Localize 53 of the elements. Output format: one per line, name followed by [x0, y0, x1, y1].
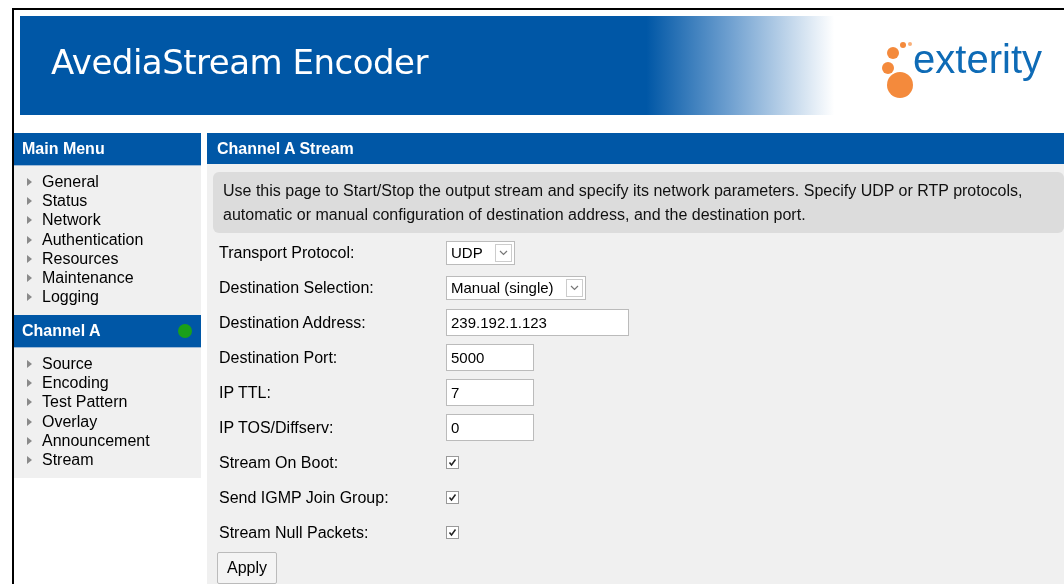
apply-button[interactable]: Apply: [217, 552, 278, 584]
app-title: AvediaStream Encoder: [51, 41, 428, 82]
triangle-icon: [27, 196, 32, 205]
field-label: Destination Selection:: [219, 278, 375, 297]
checkbox[interactable]: [446, 456, 459, 469]
dropdown[interactable]: Manual (single): [446, 275, 586, 300]
input-field[interactable]: 0: [446, 414, 534, 441]
menu-link[interactable]: Status: [42, 191, 88, 210]
triangle-icon: [27, 456, 32, 465]
input-field[interactable]: 239.192.1.123: [446, 309, 629, 336]
menu-link[interactable]: Authentication: [42, 230, 144, 249]
menu-link[interactable]: Logging: [42, 288, 99, 307]
menu-link[interactable]: Test Pattern: [42, 393, 128, 412]
menu-link[interactable]: Resources: [42, 249, 119, 268]
menu-title: Channel A: [22, 322, 101, 341]
input-field[interactable]: 5000: [446, 344, 534, 371]
triangle-icon: [27, 417, 32, 426]
triangle-icon: [27, 177, 32, 186]
logo-text: exterity: [913, 36, 1042, 82]
input-field[interactable]: 7: [446, 379, 534, 406]
menu-link[interactable]: Overlay: [42, 412, 98, 431]
triangle-icon: [27, 398, 32, 407]
menu-title: Main Menu: [22, 140, 105, 158]
triangle-icon: [27, 235, 32, 244]
triangle-icon: [27, 379, 32, 387]
field-label: Stream Null Packets:: [219, 523, 370, 542]
triangle-icon: [27, 293, 32, 302]
triangle-icon: [27, 216, 32, 225]
caret-icon: [494, 243, 512, 262]
checkbox[interactable]: [446, 526, 459, 539]
field-label: Stream On Boot:: [219, 453, 340, 472]
field-label: Transport Protocol:: [219, 243, 356, 262]
caret-icon: [565, 278, 583, 297]
field-label: IP TOS/Diffserv:: [219, 418, 335, 437]
menu-link[interactable]: Encoding: [42, 374, 109, 392]
menu-link[interactable]: General: [42, 172, 99, 191]
menu-link[interactable]: Network: [42, 211, 101, 230]
field-label: Send IGMP Join Group:: [219, 488, 390, 507]
triangle-icon: [27, 359, 32, 368]
section-title: Channel A Stream: [207, 133, 1064, 164]
triangle-icon: [27, 274, 32, 283]
menu-link[interactable]: Source: [42, 354, 93, 373]
dropdown[interactable]: UDP: [446, 240, 515, 265]
menu-link[interactable]: Maintenance: [42, 269, 134, 288]
checkbox[interactable]: [446, 491, 459, 504]
description-text: Use this page to Start/Stop the output stream and specify its network parameters. Specify UDP or RTP protocols, automatic or manual configuration of destination address, and the destination port.: [213, 172, 1064, 233]
field-label: Destination Port:: [219, 348, 339, 367]
field-label: IP TTL:: [219, 383, 272, 402]
triangle-icon: [27, 436, 32, 445]
menu-link[interactable]: Stream: [42, 451, 94, 470]
triangle-icon: [27, 254, 32, 263]
menu-link[interactable]: Announcement: [42, 431, 150, 450]
field-label: Destination Address:: [219, 313, 367, 332]
